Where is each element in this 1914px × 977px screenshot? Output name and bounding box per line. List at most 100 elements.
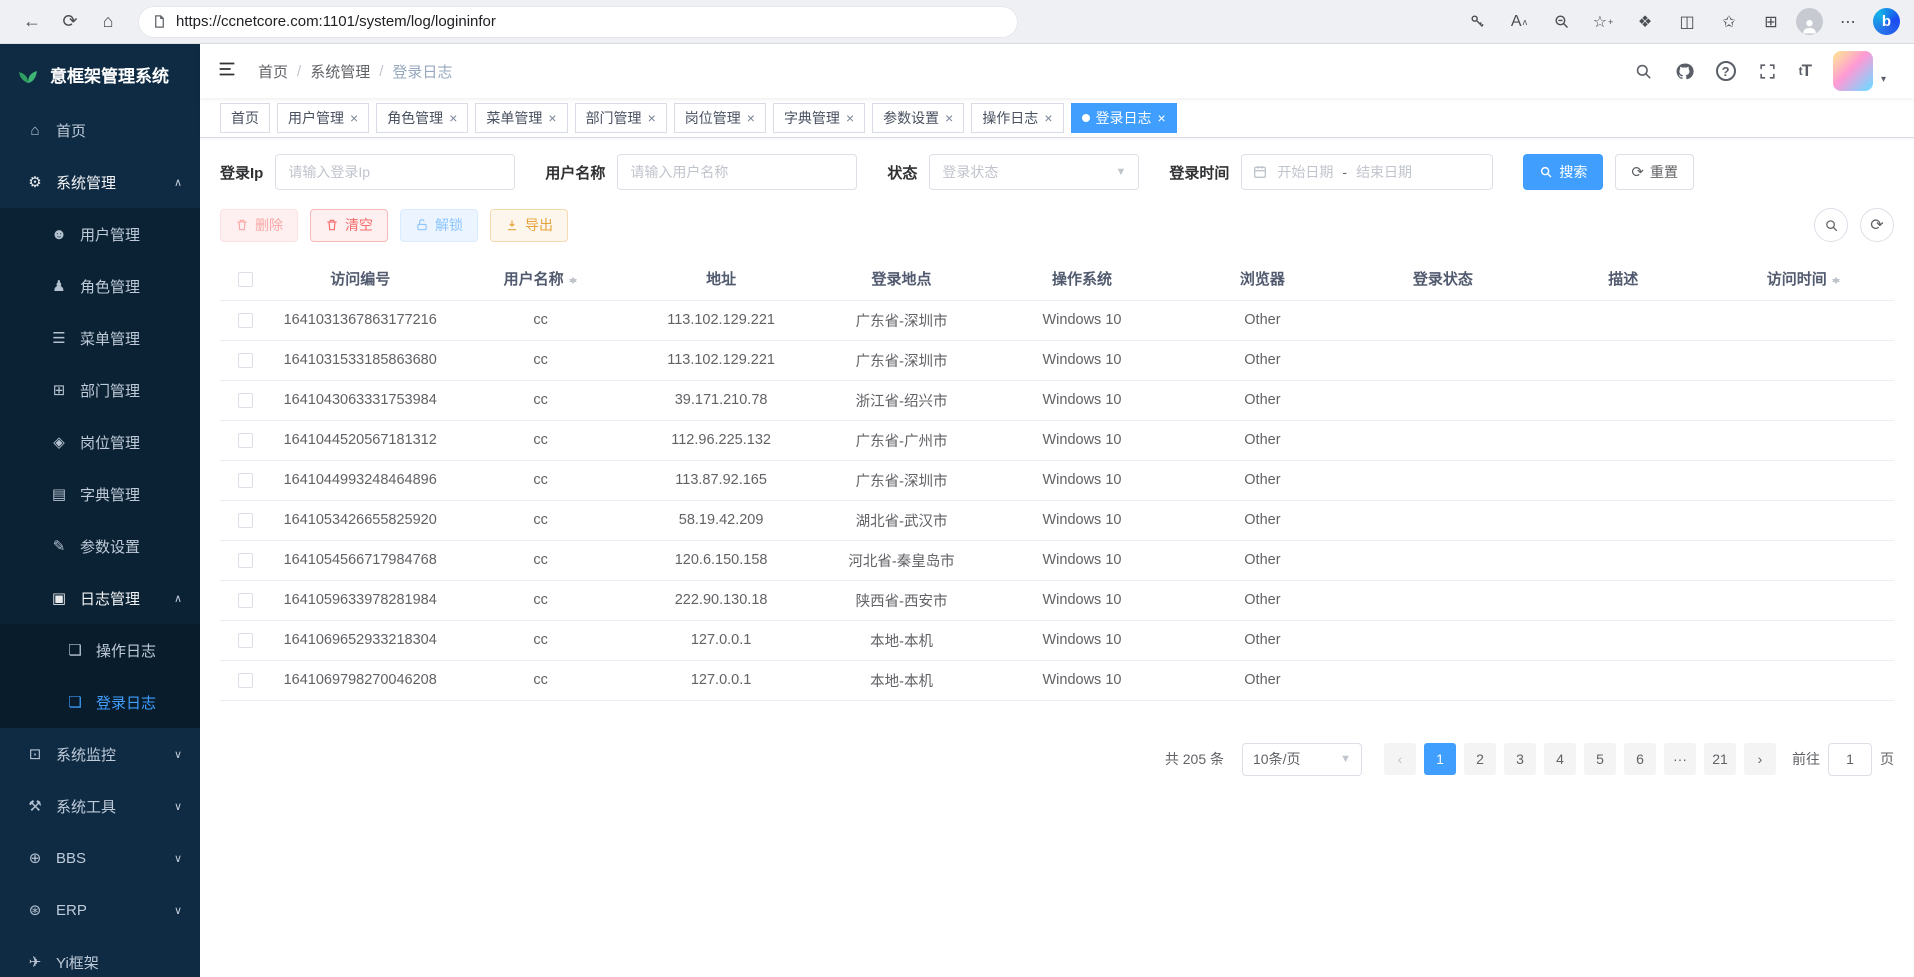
next-page-button[interactable]: › bbox=[1744, 743, 1776, 775]
sidebar-item-system-mgmt[interactable]: ⚙ 系统管理 bbox=[0, 156, 200, 208]
toggle-search-button[interactable] bbox=[1814, 208, 1848, 242]
table-row[interactable]: 1641053426655825920 cc 58.19.42.209 湖北省-… bbox=[220, 500, 1894, 540]
row-checkbox[interactable] bbox=[238, 593, 253, 608]
unlock-button[interactable]: 解锁 bbox=[400, 209, 478, 242]
column-header[interactable]: 用户名称 bbox=[450, 258, 630, 300]
browser-home-button[interactable]: ⌂ bbox=[90, 5, 126, 39]
login-ip-input[interactable] bbox=[275, 154, 515, 190]
page-number-button[interactable]: 4 bbox=[1544, 743, 1576, 775]
tab-item[interactable]: 首页 × bbox=[220, 103, 270, 133]
sidebar-item-role-mgmt[interactable]: ♟ 角色管理 bbox=[0, 260, 200, 312]
table-row[interactable]: 1641069652933218304 cc 127.0.0.1 本地-本机 W… bbox=[220, 620, 1894, 660]
page-number-button[interactable]: 6 bbox=[1624, 743, 1656, 775]
sidebar-toggle-icon[interactable] bbox=[216, 58, 242, 84]
row-checkbox[interactable] bbox=[238, 393, 253, 408]
font-size-icon[interactable]: tT bbox=[1799, 61, 1811, 81]
sidebar-item-log-mgmt[interactable]: ▣ 日志管理 bbox=[0, 572, 200, 624]
table-row[interactable]: 1641044993248464896 cc 113.87.92.165 广东省… bbox=[220, 460, 1894, 500]
login-time-range-picker[interactable]: 开始日期 - 结束日期 bbox=[1241, 154, 1493, 190]
sidebar-item-yi-framework[interactable]: ✈ Yi框架 bbox=[0, 936, 200, 977]
tab-item[interactable]: 操作日志 × bbox=[971, 103, 1063, 133]
tab-close-icon[interactable]: × bbox=[350, 111, 358, 125]
sidebar-item-login-log[interactable]: ❏ 登录日志 bbox=[0, 676, 200, 728]
row-checkbox[interactable] bbox=[238, 673, 253, 688]
page-number-button[interactable]: 2 bbox=[1464, 743, 1496, 775]
tab-close-icon[interactable]: × bbox=[548, 111, 556, 125]
row-checkbox[interactable] bbox=[238, 433, 253, 448]
browser-menu-icon[interactable]: ⋯ bbox=[1831, 6, 1865, 38]
select-all-checkbox[interactable] bbox=[238, 272, 253, 287]
table-row[interactable]: 1641044520567181312 cc 112.96.225.132 广东… bbox=[220, 420, 1894, 460]
collections-icon[interactable]: ⊞ bbox=[1754, 6, 1788, 38]
tab-item[interactable]: 部门管理 × bbox=[575, 103, 667, 133]
breadcrumb-home[interactable]: 首页 bbox=[258, 61, 288, 82]
read-aloud-icon[interactable]: Aʌ bbox=[1502, 6, 1536, 38]
tab-item[interactable]: 菜单管理 × bbox=[475, 103, 567, 133]
sidebar-item-dept-mgmt[interactable]: ⊞ 部门管理 bbox=[0, 364, 200, 416]
browser-address-bar[interactable]: https://ccnetcore.com:1101/system/log/lo… bbox=[138, 6, 1018, 38]
tab-item[interactable]: 角色管理 × bbox=[376, 103, 468, 133]
table-row[interactable]: 1641069798270046208 cc 127.0.0.1 本地-本机 W… bbox=[220, 660, 1894, 700]
row-checkbox[interactable] bbox=[238, 553, 253, 568]
sidebar-item-home[interactable]: ⌂ 首页 bbox=[0, 104, 200, 156]
zoom-icon[interactable] bbox=[1544, 6, 1578, 38]
row-checkbox[interactable] bbox=[238, 353, 253, 368]
sidebar-item-operation-log[interactable]: ❏ 操作日志 bbox=[0, 624, 200, 676]
username-input[interactable] bbox=[617, 154, 857, 190]
header-search-icon[interactable] bbox=[1634, 62, 1653, 81]
table-row[interactable]: 1641059633978281984 cc 222.90.130.18 陕西省… bbox=[220, 580, 1894, 620]
sidebar-item-erp[interactable]: ⊛ ERP bbox=[0, 884, 200, 936]
extensions-icon[interactable]: ❖ bbox=[1628, 6, 1662, 38]
column-header[interactable]: 访问时间 bbox=[1714, 258, 1895, 300]
page-number-button[interactable]: 3 bbox=[1504, 743, 1536, 775]
help-icon[interactable]: ? bbox=[1716, 61, 1736, 81]
table-row[interactable]: 1641031533185863680 cc 113.102.129.221 广… bbox=[220, 340, 1894, 380]
tab-close-icon[interactable]: × bbox=[1044, 111, 1052, 125]
browser-refresh-button[interactable]: ⟳ bbox=[52, 5, 88, 39]
row-checkbox[interactable] bbox=[238, 473, 253, 488]
page-number-button[interactable]: 21 bbox=[1704, 743, 1736, 775]
tab-close-icon[interactable]: × bbox=[648, 111, 656, 125]
sidebar-item-system-monitor[interactable]: ⊡ 系统监控 bbox=[0, 728, 200, 780]
tab-item[interactable]: 用户管理 × bbox=[277, 103, 369, 133]
tab-close-icon[interactable]: × bbox=[945, 111, 953, 125]
key-icon[interactable] bbox=[1460, 6, 1494, 38]
sidebar-item-bbs[interactable]: ⊕ BBS bbox=[0, 832, 200, 884]
table-row[interactable]: 1641054566717984768 cc 120.6.150.158 河北省… bbox=[220, 540, 1894, 580]
fullscreen-icon[interactable] bbox=[1758, 62, 1777, 81]
breadcrumb-system-mgmt[interactable]: 系统管理 bbox=[310, 61, 370, 82]
tab-item[interactable]: 参数设置 × bbox=[872, 103, 964, 133]
page-number-button[interactable]: 1 bbox=[1424, 743, 1456, 775]
tab-close-icon[interactable]: × bbox=[747, 111, 755, 125]
refresh-table-button[interactable]: ⟳ bbox=[1860, 208, 1894, 242]
page-number-button[interactable]: ··· bbox=[1664, 743, 1696, 775]
tab-item[interactable]: 登录日志 × bbox=[1071, 103, 1177, 133]
goto-page-input[interactable] bbox=[1828, 743, 1872, 776]
tab-item[interactable]: 岗位管理 × bbox=[674, 103, 766, 133]
search-button[interactable]: 搜索 bbox=[1523, 154, 1603, 190]
page-size-select[interactable]: 10条/页 ▼ bbox=[1242, 743, 1362, 776]
browser-back-button[interactable]: ← bbox=[14, 5, 50, 39]
sidebar-item-menu-mgmt[interactable]: ☰ 菜单管理 bbox=[0, 312, 200, 364]
github-icon[interactable] bbox=[1675, 62, 1694, 81]
clear-button[interactable]: 清空 bbox=[310, 209, 388, 242]
delete-button[interactable]: 删除 bbox=[220, 209, 298, 242]
tab-item[interactable]: 字典管理 × bbox=[773, 103, 865, 133]
tab-close-icon[interactable]: × bbox=[846, 111, 854, 125]
status-select[interactable]: 登录状态 ▼ bbox=[929, 154, 1139, 190]
tab-close-icon[interactable]: × bbox=[1158, 111, 1166, 125]
row-checkbox[interactable] bbox=[238, 633, 253, 648]
export-button[interactable]: 导出 bbox=[490, 209, 568, 242]
sidebar-item-user-mgmt[interactable]: ☻ 用户管理 bbox=[0, 208, 200, 260]
sidebar-item-dict-mgmt[interactable]: ▤ 字典管理 bbox=[0, 468, 200, 520]
page-number-button[interactable]: 5 bbox=[1584, 743, 1616, 775]
prev-page-button[interactable]: ‹ bbox=[1384, 743, 1416, 775]
sidebar-item-system-tools[interactable]: ⚒ 系统工具 bbox=[0, 780, 200, 832]
split-screen-icon[interactable]: ◫ bbox=[1670, 6, 1704, 38]
copilot-icon[interactable]: b bbox=[1873, 8, 1900, 35]
add-favorite-icon[interactable]: ☆+ bbox=[1586, 6, 1620, 38]
favorites-bar-icon[interactable]: ✩ bbox=[1712, 6, 1746, 38]
table-row[interactable]: 1641031367863177216 cc 113.102.129.221 广… bbox=[220, 300, 1894, 340]
sidebar-item-param-settings[interactable]: ✎ 参数设置 bbox=[0, 520, 200, 572]
sidebar-item-post-mgmt[interactable]: ◈ 岗位管理 bbox=[0, 416, 200, 468]
